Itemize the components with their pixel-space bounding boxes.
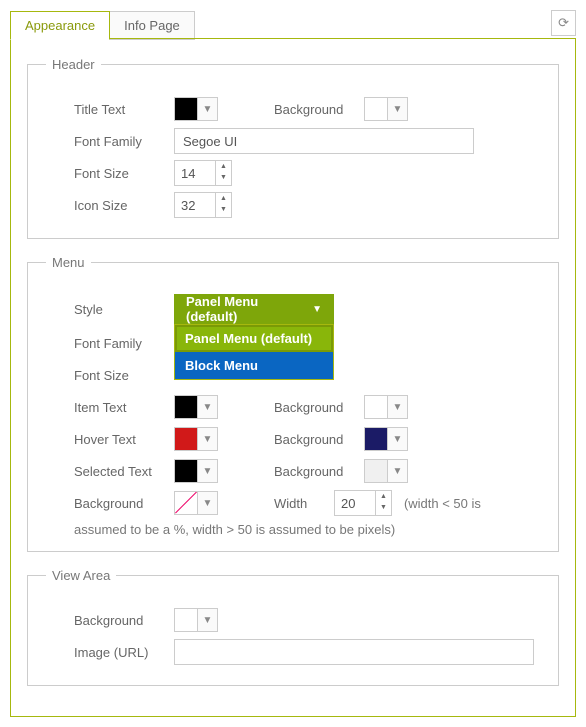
color-swatch-black xyxy=(175,98,197,120)
selected-text-color-picker[interactable]: ▼ xyxy=(174,459,218,483)
header-legend: Header xyxy=(46,57,101,72)
dropdown-icon: ▼ xyxy=(197,396,217,418)
header-icon-size-label: Icon Size xyxy=(74,198,174,213)
color-swatch-white xyxy=(365,98,387,120)
menu-bg-color-picker[interactable]: ▼ xyxy=(174,491,218,515)
color-swatch-lightgrey xyxy=(365,460,387,482)
hover-bg-color-picker[interactable]: ▼ xyxy=(364,427,408,451)
dropdown-icon: ▼ xyxy=(387,98,407,120)
header-font-size-stepper[interactable]: ▲▼ xyxy=(174,160,232,186)
menu-fieldset: Menu Style Panel Menu (default) ▼ Panel … xyxy=(27,255,559,552)
width-hint-a: (width < 50 is xyxy=(404,496,481,511)
selected-bg-color-picker[interactable]: ▼ xyxy=(364,459,408,483)
item-text-color-picker[interactable]: ▼ xyxy=(174,395,218,419)
step-up-icon[interactable]: ▲ xyxy=(216,193,231,204)
tab-info-page[interactable]: Info Page xyxy=(110,11,195,40)
item-bg-label: Background xyxy=(274,400,364,415)
menu-width-label: Width xyxy=(274,496,334,511)
dropdown-icon: ▼ xyxy=(387,396,407,418)
dropdown-icon: ▼ xyxy=(197,428,217,450)
tab-bar: Appearance Info Page xyxy=(10,10,195,39)
menu-style-select[interactable]: Panel Menu (default) ▼ Panel Menu (defau… xyxy=(174,294,334,324)
width-hint-b: assumed to be a %, width > 50 is assumed… xyxy=(74,522,540,537)
menu-font-family-label: Font Family xyxy=(74,336,174,351)
header-fieldset: Header Title Text ▼ Background ▼ Font Fa… xyxy=(27,57,559,239)
menu-legend: Menu xyxy=(46,255,91,270)
step-down-icon[interactable]: ▼ xyxy=(216,172,231,183)
menu-width-input[interactable] xyxy=(335,491,375,515)
dropdown-icon: ▼ xyxy=(387,428,407,450)
color-swatch-white xyxy=(175,609,197,631)
step-down-icon[interactable]: ▼ xyxy=(216,204,231,215)
header-font-family-label: Font Family xyxy=(74,134,174,149)
color-swatch-red xyxy=(175,428,197,450)
step-up-icon[interactable]: ▲ xyxy=(376,491,391,502)
hover-text-color-picker[interactable]: ▼ xyxy=(174,427,218,451)
image-url-input[interactable] xyxy=(174,639,534,665)
tab-appearance[interactable]: Appearance xyxy=(10,11,110,40)
dropdown-icon: ▼ xyxy=(197,98,217,120)
header-font-size-input[interactable] xyxy=(175,161,215,185)
view-area-legend: View Area xyxy=(46,568,116,583)
color-swatch-black xyxy=(175,396,197,418)
header-font-size-label: Font Size xyxy=(74,166,174,181)
hover-bg-label: Background xyxy=(274,432,364,447)
menu-style-label: Style xyxy=(74,302,174,317)
color-swatch-black xyxy=(175,460,197,482)
color-swatch-navy xyxy=(365,428,387,450)
step-down-icon[interactable]: ▼ xyxy=(376,502,391,513)
item-bg-color-picker[interactable]: ▼ xyxy=(364,395,408,419)
menu-style-selected: Panel Menu (default) xyxy=(186,294,312,324)
header-font-family-input[interactable] xyxy=(174,128,474,154)
selected-text-label: Selected Text xyxy=(74,464,174,479)
menu-width-stepper[interactable]: ▲▼ xyxy=(334,490,392,516)
refresh-button[interactable]: ⟳ xyxy=(551,10,576,36)
dropdown-icon: ▼ xyxy=(197,460,217,482)
refresh-icon: ⟳ xyxy=(558,15,569,30)
header-icon-size-stepper[interactable]: ▲▼ xyxy=(174,192,232,218)
menu-bg-label: Background xyxy=(74,496,174,511)
header-bg-color-picker[interactable]: ▼ xyxy=(364,97,408,121)
selected-bg-label: Background xyxy=(274,464,364,479)
image-url-label: Image (URL) xyxy=(74,645,174,660)
menu-style-option-panel[interactable]: Panel Menu (default) xyxy=(175,325,333,352)
dropdown-icon: ▼ xyxy=(197,492,217,514)
title-text-label: Title Text xyxy=(74,102,174,117)
color-swatch-white xyxy=(365,396,387,418)
item-text-label: Item Text xyxy=(74,400,174,415)
dropdown-icon: ▼ xyxy=(387,460,407,482)
color-swatch-none xyxy=(175,492,197,514)
hover-text-label: Hover Text xyxy=(74,432,174,447)
chevron-down-icon: ▼ xyxy=(312,304,322,315)
header-icon-size-input[interactable] xyxy=(175,193,215,217)
view-bg-color-picker[interactable]: ▼ xyxy=(174,608,218,632)
menu-font-size-label: Font Size xyxy=(74,368,174,383)
menu-style-listbox: Panel Menu (default) Block Menu xyxy=(174,324,334,380)
menu-style-option-block[interactable]: Block Menu xyxy=(175,352,333,379)
header-bg-label: Background xyxy=(274,102,364,117)
appearance-panel: Header Title Text ▼ Background ▼ Font Fa… xyxy=(10,38,576,717)
step-up-icon[interactable]: ▲ xyxy=(216,161,231,172)
view-area-fieldset: View Area Background ▼ Image (URL) xyxy=(27,568,559,686)
view-bg-label: Background xyxy=(74,613,174,628)
dropdown-icon: ▼ xyxy=(197,609,217,631)
title-text-color-picker[interactable]: ▼ xyxy=(174,97,218,121)
